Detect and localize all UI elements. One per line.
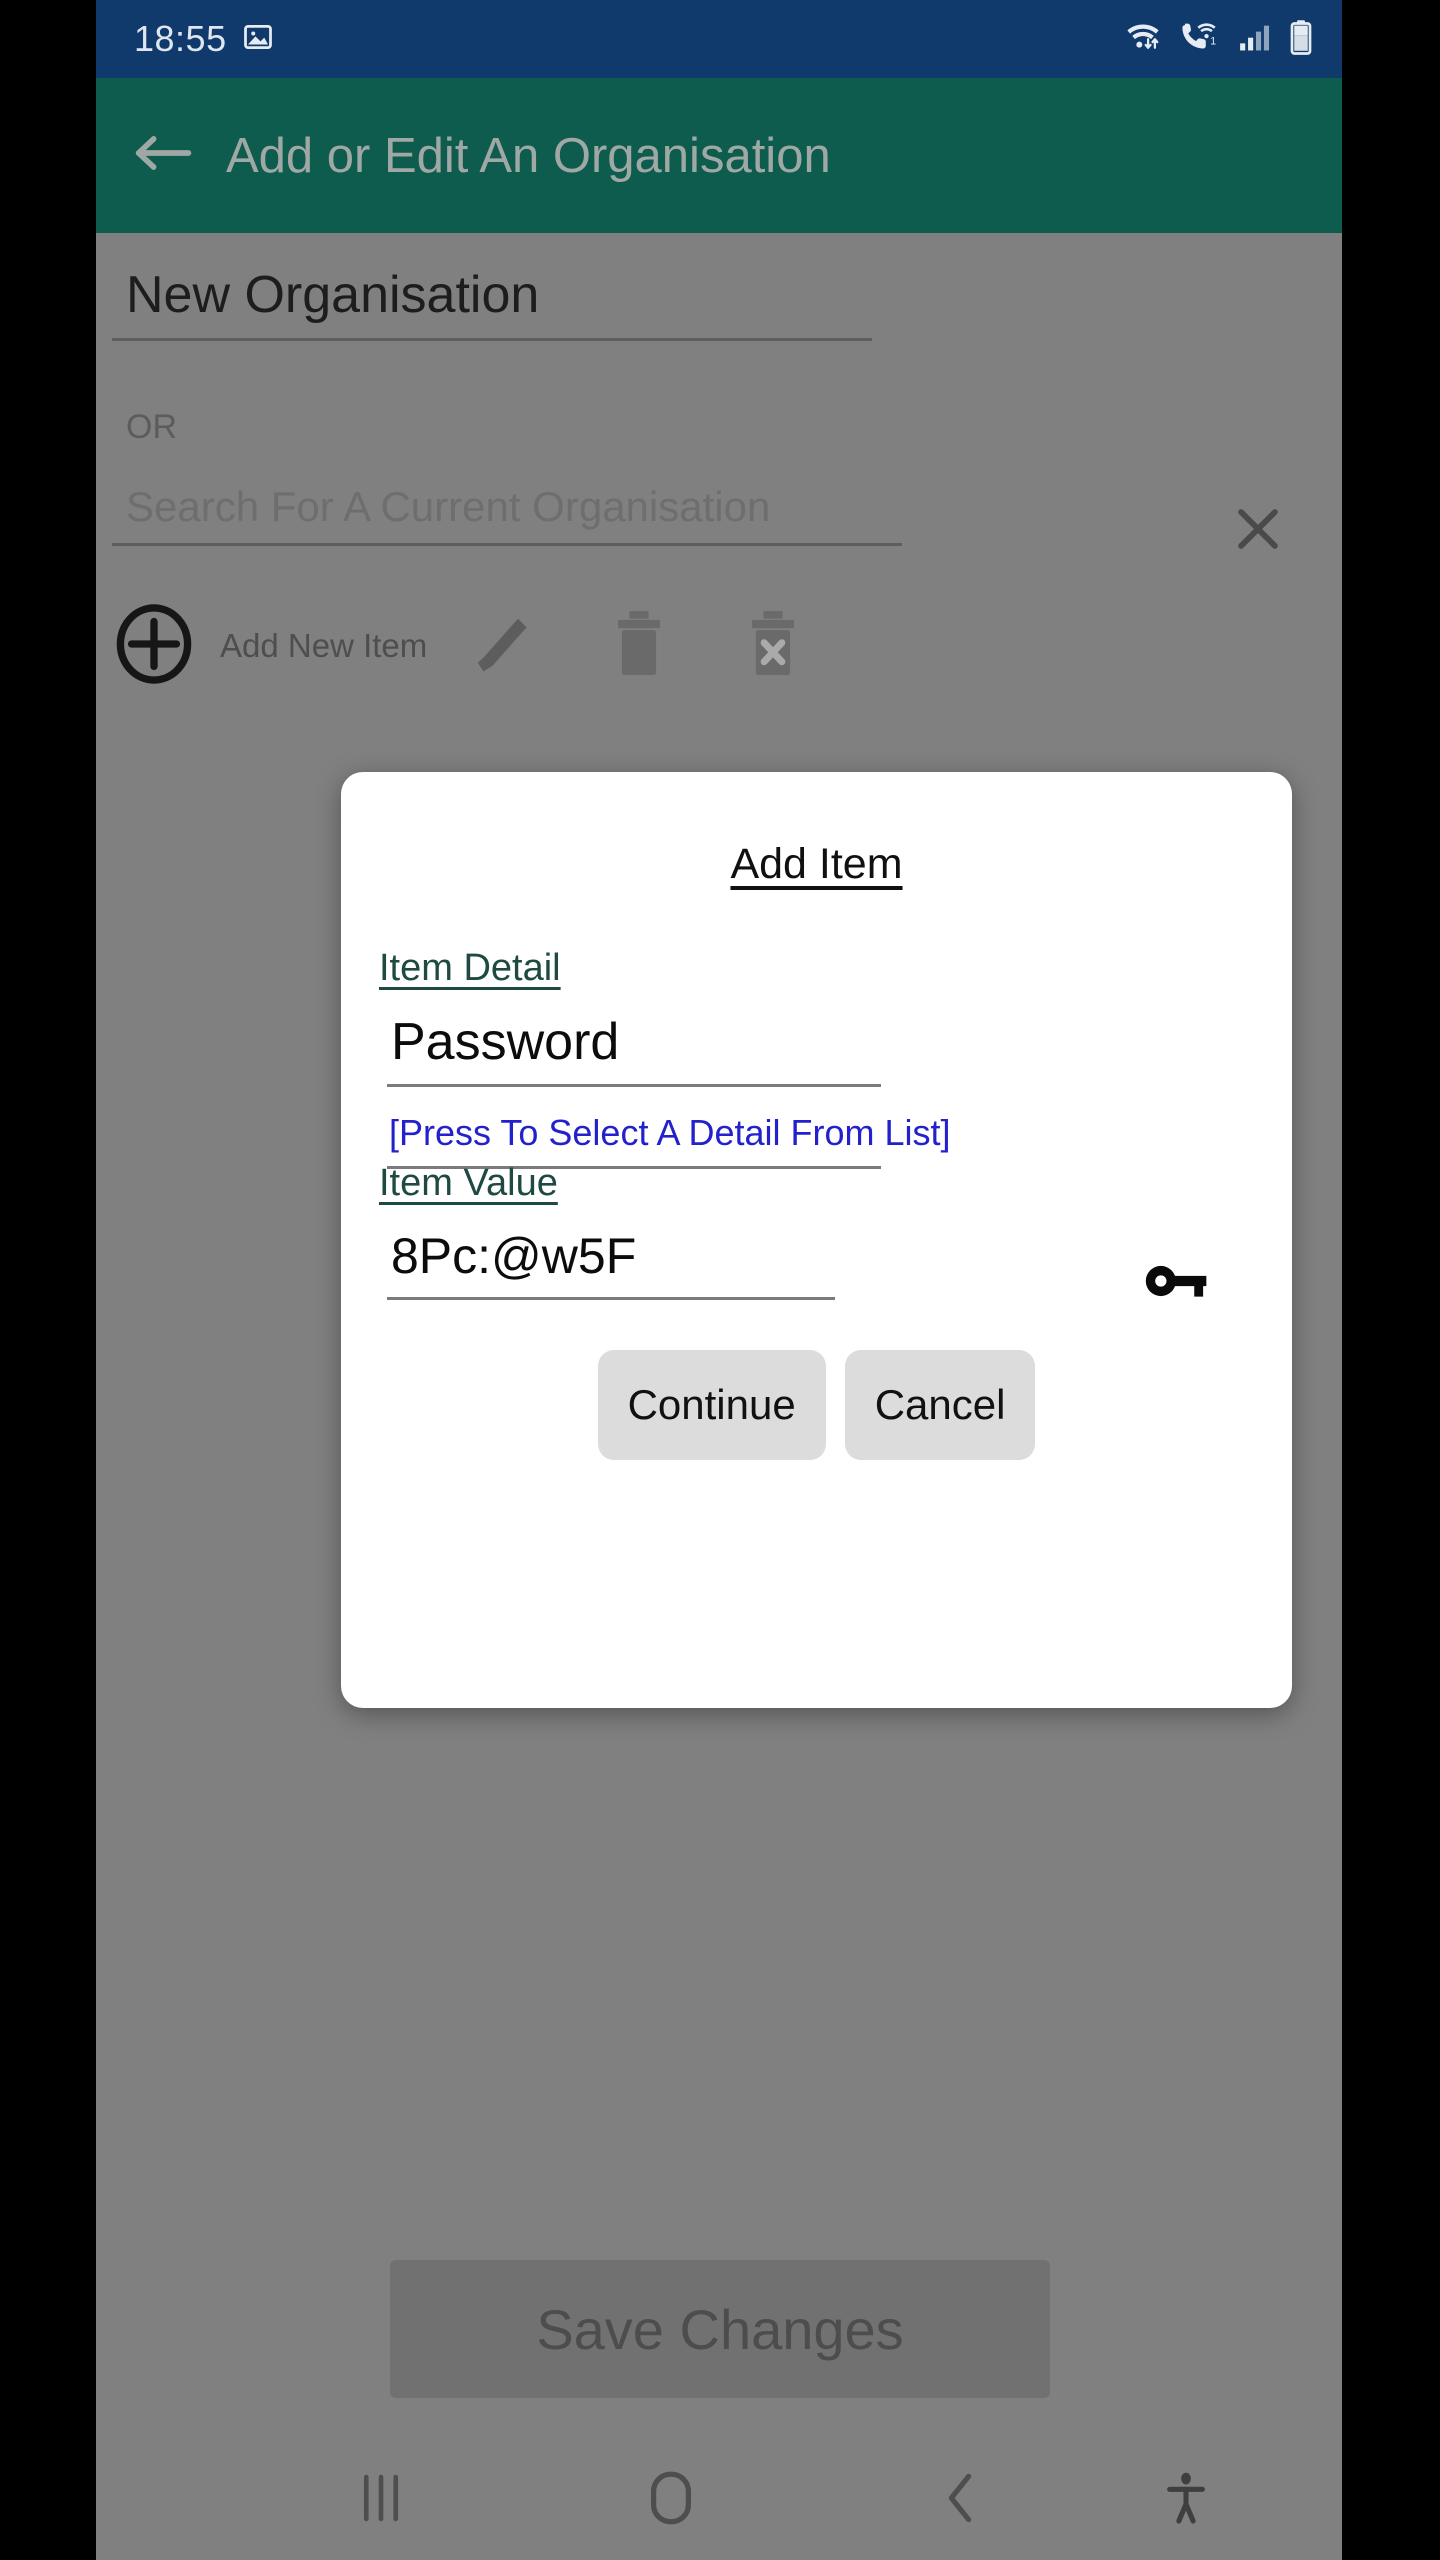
item-detail-label: Item Detail: [379, 947, 561, 989]
org-search-placeholder: Search For A Current Organisation: [126, 483, 771, 530]
accessibility-icon: [1163, 2469, 1209, 2532]
status-bar: 18:55 1: [96, 0, 1342, 78]
status-bar-right: 1: [1122, 19, 1314, 60]
field-underline: [387, 1297, 835, 1300]
android-nav-bar: [96, 2440, 1342, 2560]
edit-item-button[interactable]: [459, 600, 551, 692]
device-viewport: 18:55 1 Add or Edit An Organisation New …: [96, 0, 1342, 2560]
item-detail-value: Password: [391, 1013, 620, 1071]
org-name-field[interactable]: New Organisation: [112, 266, 872, 341]
delete-item-button[interactable]: [593, 600, 685, 692]
wifi-data-icon: [1122, 20, 1164, 59]
field-underline: [387, 1084, 881, 1087]
item-value-value: 8Pc:@w5F: [391, 1228, 637, 1284]
add-new-item-button[interactable]: [108, 600, 200, 692]
plus-circle-icon: [112, 602, 196, 691]
or-label: OR: [126, 408, 177, 446]
nav-accessibility-button[interactable]: [1106, 2440, 1266, 2560]
image-icon: [243, 22, 273, 57]
org-search-input[interactable]: Search For A Current Organisation: [112, 483, 902, 546]
home-icon: [646, 2469, 696, 2532]
nav-home-button[interactable]: [526, 2440, 816, 2560]
nav-back-button[interactable]: [816, 2440, 1106, 2560]
org-name-value: New Organisation: [126, 266, 540, 324]
save-changes-label: Save Changes: [536, 2297, 904, 2361]
pencil-icon: [468, 607, 542, 686]
continue-button[interactable]: Continue: [597, 1350, 826, 1460]
continue-label: Continue: [627, 1381, 796, 1428]
generate-password-button[interactable]: [1141, 1252, 1213, 1314]
clear-search-button[interactable]: [1216, 489, 1300, 573]
close-icon: [1229, 500, 1287, 563]
item-detail-input[interactable]: Password: [387, 1012, 881, 1087]
field-underline: [112, 337, 872, 341]
add-item-dialog: Add Item Item Detail Password [Press To …: [341, 772, 1292, 1708]
trash-icon: [606, 606, 672, 687]
page-title: Add or Edit An Organisation: [226, 128, 831, 183]
add-new-item-label: Add New Item: [220, 627, 428, 664]
save-changes-button[interactable]: Save Changes: [390, 2260, 1050, 2398]
signal-bars-icon: [1236, 20, 1274, 59]
svg-text:1: 1: [1210, 35, 1216, 47]
trash-x-icon: [740, 606, 806, 687]
cancel-label: Cancel: [874, 1381, 1006, 1428]
status-bar-left: 18:55: [134, 18, 273, 60]
dialog-actions: Continue Cancel: [341, 1350, 1292, 1460]
item-value-label: Item Value: [379, 1162, 558, 1204]
select-detail-from-list-label: [Press To Select A Detail From List]: [389, 1112, 951, 1153]
status-time: 18:55: [134, 18, 227, 59]
wifi-calling-icon: 1: [1178, 20, 1222, 59]
back-arrow-icon[interactable]: [132, 130, 196, 181]
recents-icon: [357, 2471, 405, 2530]
app-bar: Add or Edit An Organisation: [96, 78, 1342, 233]
cancel-button[interactable]: Cancel: [844, 1350, 1036, 1460]
item-toolbar: Add New Item: [96, 591, 1342, 701]
field-underline: [112, 543, 902, 546]
key-icon: [1142, 1252, 1212, 1315]
battery-icon: [1288, 19, 1314, 60]
chevron-left-icon: [940, 2470, 982, 2531]
screenshot-root: 18:55 1 Add or Edit An Organisation New …: [0, 0, 1440, 2560]
delete-all-items-button[interactable]: [727, 600, 819, 692]
nav-recents-button[interactable]: [236, 2440, 526, 2560]
item-value-input[interactable]: 8Pc:@w5F: [387, 1227, 835, 1300]
select-detail-from-list-button[interactable]: [Press To Select A Detail From List]: [387, 1112, 951, 1169]
dialog-title: Add Item: [730, 840, 903, 888]
